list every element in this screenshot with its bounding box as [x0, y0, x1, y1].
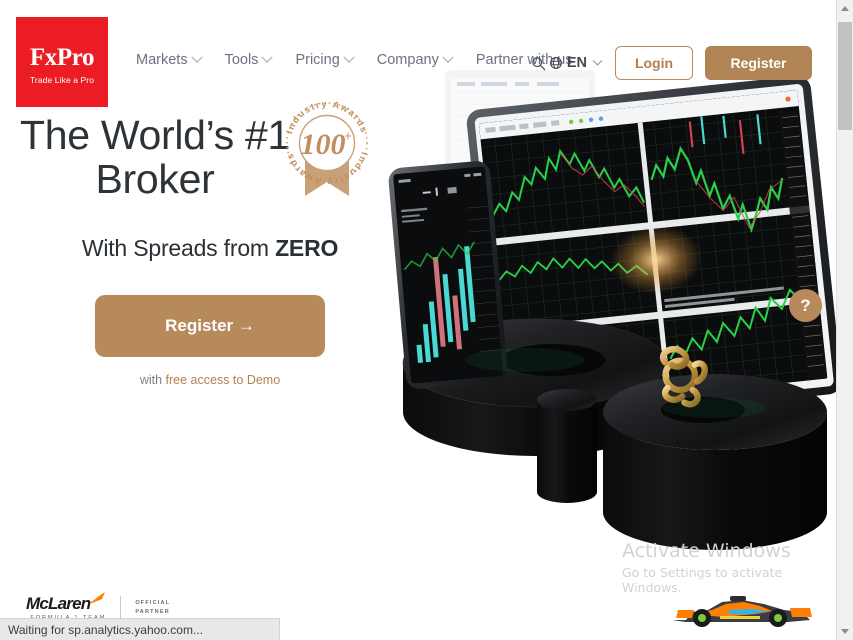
nav-item-markets[interactable]: Markets — [136, 51, 203, 68]
header-utility-group: EN Login Register — [531, 46, 812, 80]
chevron-down-icon — [190, 51, 203, 63]
mclaren-partner-logo: McLaren FORMULA 1 TEAM OFFICIAL PARTNER — [26, 592, 171, 621]
hero-subheadline-strong: ZERO — [275, 234, 339, 261]
chevron-down-icon — [592, 55, 603, 66]
nav-label: Company — [376, 52, 439, 68]
demo-link[interactable]: free access to Demo — [166, 373, 281, 387]
cta-note: with free access to Demo — [0, 373, 420, 387]
badge-value: 100 — [301, 128, 346, 161]
scroll-up-button[interactable] — [837, 0, 853, 17]
chevron-down-icon — [343, 51, 355, 63]
cta-note-prefix: with — [139, 372, 166, 387]
chevron-down-icon — [442, 51, 454, 63]
browser-status-bar: Waiting for sp.analytics.yahoo.com... — [0, 618, 280, 640]
hero-subheadline-prefix: With Spreads from — [81, 234, 276, 261]
nav-item-pricing[interactable]: Pricing — [295, 51, 355, 68]
official-partner-line1: OFFICIAL — [135, 599, 171, 606]
nav-item-tools[interactable]: Tools — [224, 51, 274, 68]
mclaren-wordmark: McLaren — [26, 594, 91, 613]
watermark-subtitle: Go to Settings to activate Windows. — [622, 565, 783, 595]
scrollbar-thumb[interactable] — [838, 22, 852, 130]
register-button-header[interactable]: Register — [705, 46, 812, 80]
login-button[interactable]: Login — [615, 46, 693, 80]
mclaren-speedmark-icon — [89, 592, 106, 604]
chevron-up-icon — [841, 6, 849, 11]
help-button[interactable]: ? — [789, 289, 822, 322]
nav-label: Pricing — [295, 52, 340, 68]
logo-wordmark: FxPro — [29, 44, 95, 71]
browser-window: FxPro Trade Like a Pro Markets Tools Pri… — [0, 0, 853, 640]
badge-plus: + — [344, 128, 352, 143]
fxpro-logo[interactable]: FxPro Trade Like a Pro — [16, 17, 108, 107]
hero-subheadline: With Spreads from ZERO — [0, 235, 420, 262]
hero-product-image — [385, 60, 836, 580]
f1-car-image — [668, 590, 814, 630]
page-viewport: FxPro Trade Like a Pro Markets Tools Pri… — [0, 0, 836, 640]
chevron-down-icon — [261, 51, 274, 63]
site-header: FxPro Trade Like a Pro Markets Tools Pri… — [0, 0, 836, 120]
scroll-down-button[interactable] — [837, 623, 853, 640]
language-selector[interactable]: EN — [531, 55, 603, 71]
official-partner-line2: PARTNER — [135, 608, 170, 615]
logo-tagline: Trade Like a Pro — [29, 75, 95, 85]
vertical-scrollbar[interactable] — [836, 0, 853, 640]
divider — [120, 595, 122, 620]
globe-icon[interactable] — [549, 56, 563, 70]
language-label: EN — [566, 55, 587, 71]
windows-activation-watermark: Activate Windows Go to Settings to activ… — [622, 540, 836, 595]
watermark-title: Activate Windows — [622, 540, 791, 562]
main-navigation: Markets Tools Pricing Company Partner wi… — [136, 51, 573, 68]
nav-label: Tools — [224, 52, 259, 68]
page-title: The World’s #1 Broker — [19, 112, 291, 202]
nav-label: Markets — [136, 52, 188, 68]
chevron-down-icon — [841, 629, 849, 634]
nav-item-company[interactable]: Company — [376, 51, 454, 68]
register-cta-button[interactable]: Register → — [95, 294, 325, 357]
search-icon[interactable] — [531, 56, 546, 71]
